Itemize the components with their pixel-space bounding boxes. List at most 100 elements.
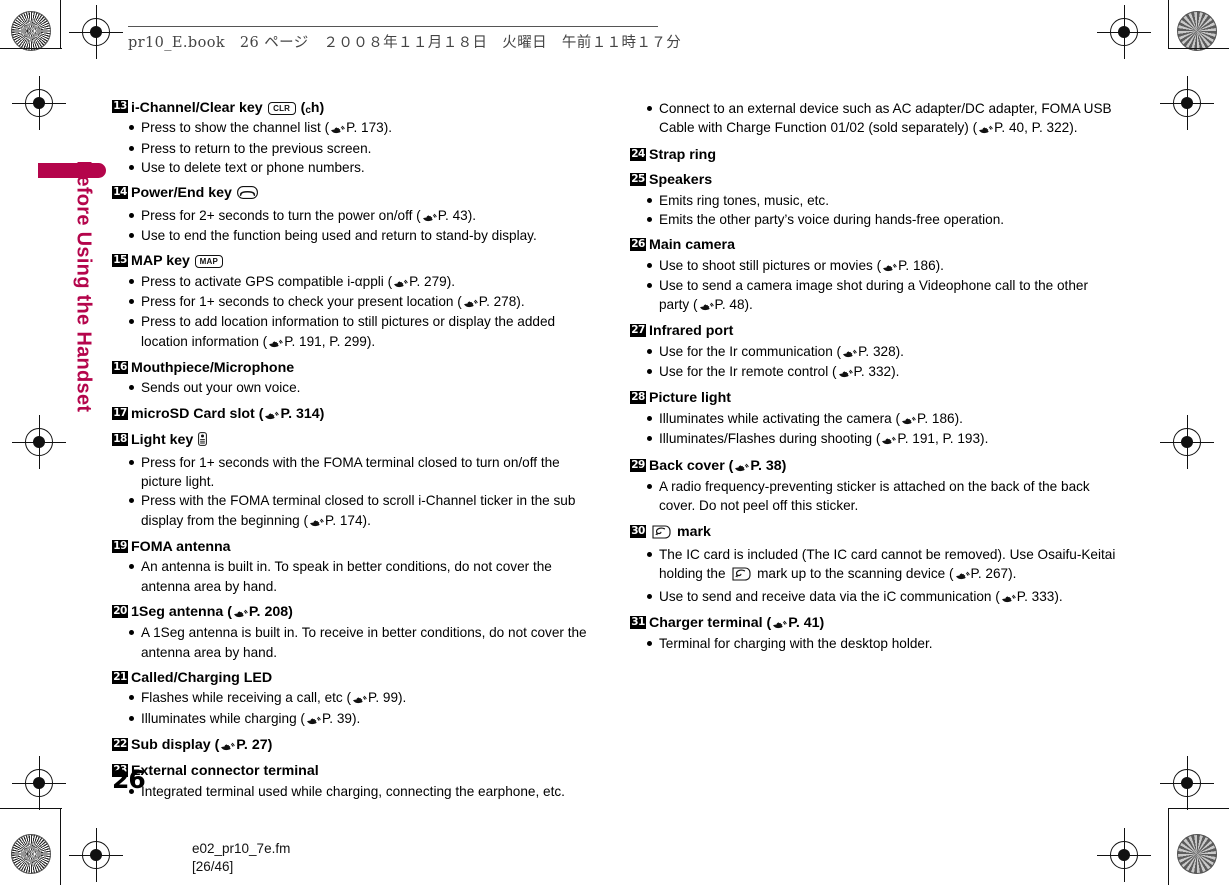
print-starburst-bottom-right: [1177, 834, 1217, 874]
bullet-item: Use for the Ir remote control (P. 332).: [630, 362, 1120, 382]
crop-line-top-left-h: [0, 48, 62, 49]
spec-entry-17: 17 microSD Card slot (P. 314): [112, 405, 602, 424]
bullet-item: Integrated terminal used while charging,…: [112, 782, 602, 801]
bullet-item: A 1Seg antenna is built in. To receive i…: [112, 623, 602, 662]
entry-heading: 20 1Seg antenna (P. 208): [112, 603, 602, 622]
bullet-item: Press to add location information to sti…: [112, 312, 602, 352]
entry-bullet-list: The IC card is included (The IC card can…: [630, 545, 1120, 607]
entry-bullet-list: Press to activate GPS compatible i-αppli…: [112, 272, 602, 352]
bullet-item: An antenna is built in. To speak in bett…: [112, 557, 602, 596]
entry-bullet-list: Sends out your own voice.: [112, 378, 602, 397]
entry-title-text: Speakers: [649, 172, 713, 189]
registration-mark-bottom-right: [1097, 828, 1151, 882]
entry-heading: 26 Main camera: [630, 236, 1120, 254]
entry-heading: 24 Strap ring: [630, 146, 1120, 164]
spec-entry-31: 31 Charger terminal (P. 41) Terminal for …: [630, 614, 1120, 654]
entry-title-text: Light key: [131, 432, 194, 449]
entry-bullet-list: Press for 1+ seconds with the FOMA termi…: [112, 453, 602, 531]
reference-pointer-icon: [733, 458, 750, 476]
entry-bullet-list: Illuminates while activating the camera …: [630, 409, 1120, 450]
clr-key-icon: CLR: [267, 102, 296, 115]
ch-label: (ch): [300, 99, 325, 116]
bullet-item: Emits the other party’s voice during han…: [630, 210, 1120, 229]
entry-heading: 23 External connector terminal: [112, 762, 602, 780]
ic-mark-icon: [651, 525, 671, 544]
registration-mark-left-middle: [12, 415, 66, 469]
entry-title-text: microSD Card slot (P. 314): [131, 406, 324, 422]
entry-title-text: FOMA antenna: [131, 538, 231, 555]
entry-title-text: External connector terminal: [131, 763, 319, 780]
spec-entry-28: 28 Picture light Illuminates while activa…: [630, 389, 1120, 449]
reference-pointer-icon: [267, 333, 284, 352]
reference-pointer-icon: [232, 604, 249, 622]
left-column: 13 i-Channel/Clear key CLR (ch) Press to s…: [112, 98, 602, 808]
entry-number-badge: 26: [630, 238, 646, 252]
reference-pointer-icon: [698, 296, 715, 315]
entry-title-text: Charger terminal (P. 41): [649, 615, 824, 631]
footer-page-of: [26/46]: [192, 859, 234, 875]
reference-pointer-icon: [771, 615, 788, 633]
entry-bullet-list: Press for 2+ seconds to turn the power o…: [112, 206, 602, 246]
spec-entry-22: 22 Sub display (P. 27): [112, 736, 602, 755]
crop-line-bottom-right-v: [1168, 808, 1169, 885]
entry-number-badge: 13: [112, 100, 128, 113]
entry-bullet-list: Use for the Ir communication (P. 328). Us…: [630, 342, 1120, 383]
crop-line-top-left-v: [60, 0, 61, 48]
entry-title-text: Called/Charging LED: [131, 669, 273, 686]
entry-heading: 31 Charger terminal (P. 41): [630, 614, 1120, 633]
bullet-item: Use to delete text or phone numbers.: [112, 158, 602, 177]
entry-title-text: Strap ring: [649, 146, 717, 163]
entry-title: Speakers: [649, 171, 1120, 189]
entry-title: mark: [649, 523, 1120, 544]
entry-heading: 30 mark: [630, 523, 1120, 544]
entry-title-text: Main camera: [649, 237, 735, 254]
entry-bullet-list: An antenna is built in. To speak in bett…: [112, 557, 602, 596]
registration-mark-top-left: [69, 5, 123, 59]
entry-title: Power/End key: [131, 184, 602, 204]
bullet-item: Sends out your own voice.: [112, 378, 602, 397]
spec-entry-24: 24 Strap ring: [630, 146, 1120, 164]
bullet-item: Illuminates while charging (P. 39).: [112, 709, 602, 729]
entry-title-text: 1Seg antenna (P. 208): [131, 604, 293, 620]
entry-title: Light key: [131, 431, 602, 451]
entry-number-badge: 17: [112, 406, 128, 420]
entry-bullet-list: Use to shoot still pictures or movies (P…: [630, 256, 1120, 316]
bullet-item: Press for 2+ seconds to turn the power o…: [112, 206, 602, 226]
print-starburst-bottom-left: [11, 834, 51, 874]
entry-number-badge: 19: [112, 539, 128, 553]
bullet-item: Press to show the channel list (P. 173).: [112, 118, 602, 138]
entry-heading: 27 Infrared port: [630, 322, 1120, 340]
entry-bullet-list: Integrated terminal used while charging,…: [112, 782, 602, 801]
reference-pointer-icon: [308, 512, 325, 531]
footer-file-info: e02_pr10_7e.fm [26/46]: [192, 840, 290, 876]
bullet-item: A radio frequency-preventing sticker is …: [630, 477, 1120, 516]
crop-line-bottom-left-v: [60, 808, 61, 885]
entry-heading: 22 Sub display (P. 27): [112, 736, 602, 755]
registration-mark-bottom-left: [69, 828, 123, 882]
entry-number-badge: 16: [112, 361, 128, 375]
bullet-item: Terminal for charging with the desktop h…: [630, 634, 1120, 653]
reference-pointer-icon: [880, 430, 897, 449]
crop-line-top-right-h: [1168, 48, 1229, 49]
entry-title: Mouthpiece/Microphone: [131, 359, 602, 377]
reference-pointer-icon: [977, 119, 994, 138]
entry-bullet-list: Terminal for charging with the desktop h…: [630, 634, 1120, 653]
reference-pointer-icon: [837, 363, 854, 382]
spec-entry-14: 14 Power/End key Press for 2+ seconds to …: [112, 184, 602, 245]
print-starburst-top-right: [1177, 11, 1217, 51]
crop-line-bottom-right-h: [1168, 808, 1229, 809]
entry-title: Picture light: [649, 389, 1120, 407]
spec-entry-19: 19 FOMA antenna An antenna is built in. T…: [112, 538, 602, 596]
entry-number-badge: 29: [630, 458, 646, 472]
entry-title: Back cover (P. 38): [649, 457, 1120, 476]
entry-title: Strap ring: [649, 146, 1120, 164]
bullet-item: Use to send and receive data via the iC …: [630, 587, 1120, 607]
spec-entry-16: 16 Mouthpiece/Microphone Sends out your o…: [112, 359, 602, 398]
end-call-key-icon: [236, 186, 258, 204]
reference-pointer-icon: [421, 207, 438, 226]
ic-mark-icon: [731, 567, 751, 586]
spec-entry-25: 25 Speakers Emits ring tones, music, etc.…: [630, 171, 1120, 229]
header-rule: [128, 26, 658, 27]
entry-title: Sub display (P. 27): [131, 736, 602, 755]
entry-number-badge: 20: [112, 604, 128, 618]
